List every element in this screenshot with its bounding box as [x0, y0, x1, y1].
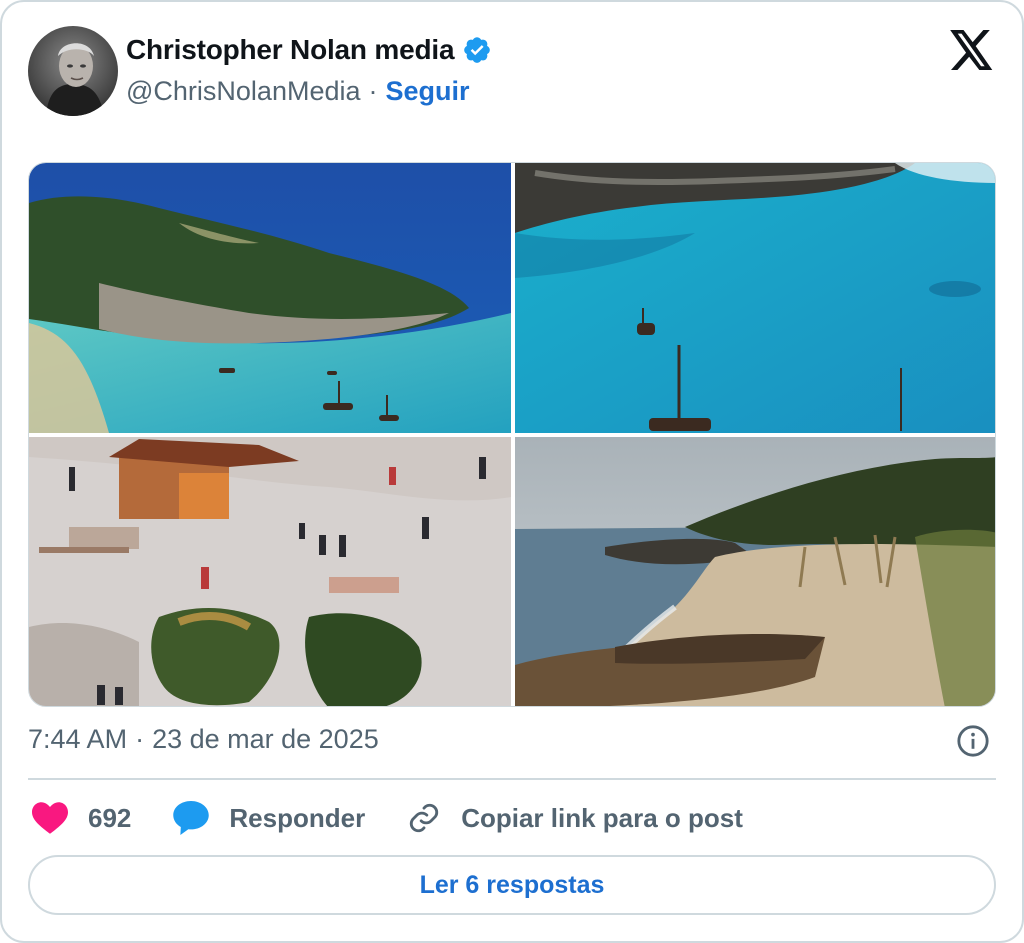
like-button[interactable]: 692 [32, 802, 131, 834]
divider [28, 778, 996, 780]
verified-badge-icon [464, 37, 491, 63]
link-icon [410, 803, 439, 833]
avatar[interactable] [28, 26, 118, 116]
separator-dot: · [368, 76, 378, 106]
post-timestamp[interactable]: 7:44 AM · 23 de mar de 2025 [28, 724, 379, 755]
author-handle-row: @ChrisNolanMedia · Seguir [126, 76, 470, 107]
speech-bubble-icon [173, 801, 210, 835]
action-bar: 692 Responder Copiar link para o post [32, 798, 785, 838]
post-date: 23 de mar de 2025 [152, 724, 379, 754]
copy-link-button[interactable]: Copiar link para o post [407, 801, 743, 835]
reply-label: Responder [229, 802, 366, 833]
media-grid [28, 162, 996, 707]
reply-button[interactable]: Responder [173, 801, 365, 835]
info-icon[interactable] [956, 724, 990, 758]
separator-dot: · [135, 724, 145, 754]
media-image-beach-boat[interactable] [515, 437, 995, 706]
author-name[interactable]: Christopher Nolan media [126, 34, 455, 66]
follow-button[interactable]: Seguir [386, 76, 470, 107]
read-replies-button[interactable]: Ler 6 respostas [28, 855, 996, 915]
media-image-village-set[interactable] [29, 437, 511, 706]
x-logo-icon[interactable] [950, 30, 994, 70]
media-image-island-cove[interactable] [29, 163, 511, 433]
copy-link-label: Copiar link para o post [461, 802, 743, 833]
like-count: 692 [88, 802, 132, 833]
heart-icon [32, 802, 68, 834]
read-replies-label: Ler 6 respostas [419, 870, 605, 899]
media-image-turquoise-bay[interactable] [515, 163, 995, 433]
tweet-embed-card: Christopher Nolan media @ChrisNolanMedia… [0, 0, 1024, 943]
post-time: 7:44 AM [28, 724, 128, 754]
author-name-row: Christopher Nolan media [126, 34, 492, 66]
author-handle[interactable]: @ChrisNolanMedia [126, 76, 361, 107]
